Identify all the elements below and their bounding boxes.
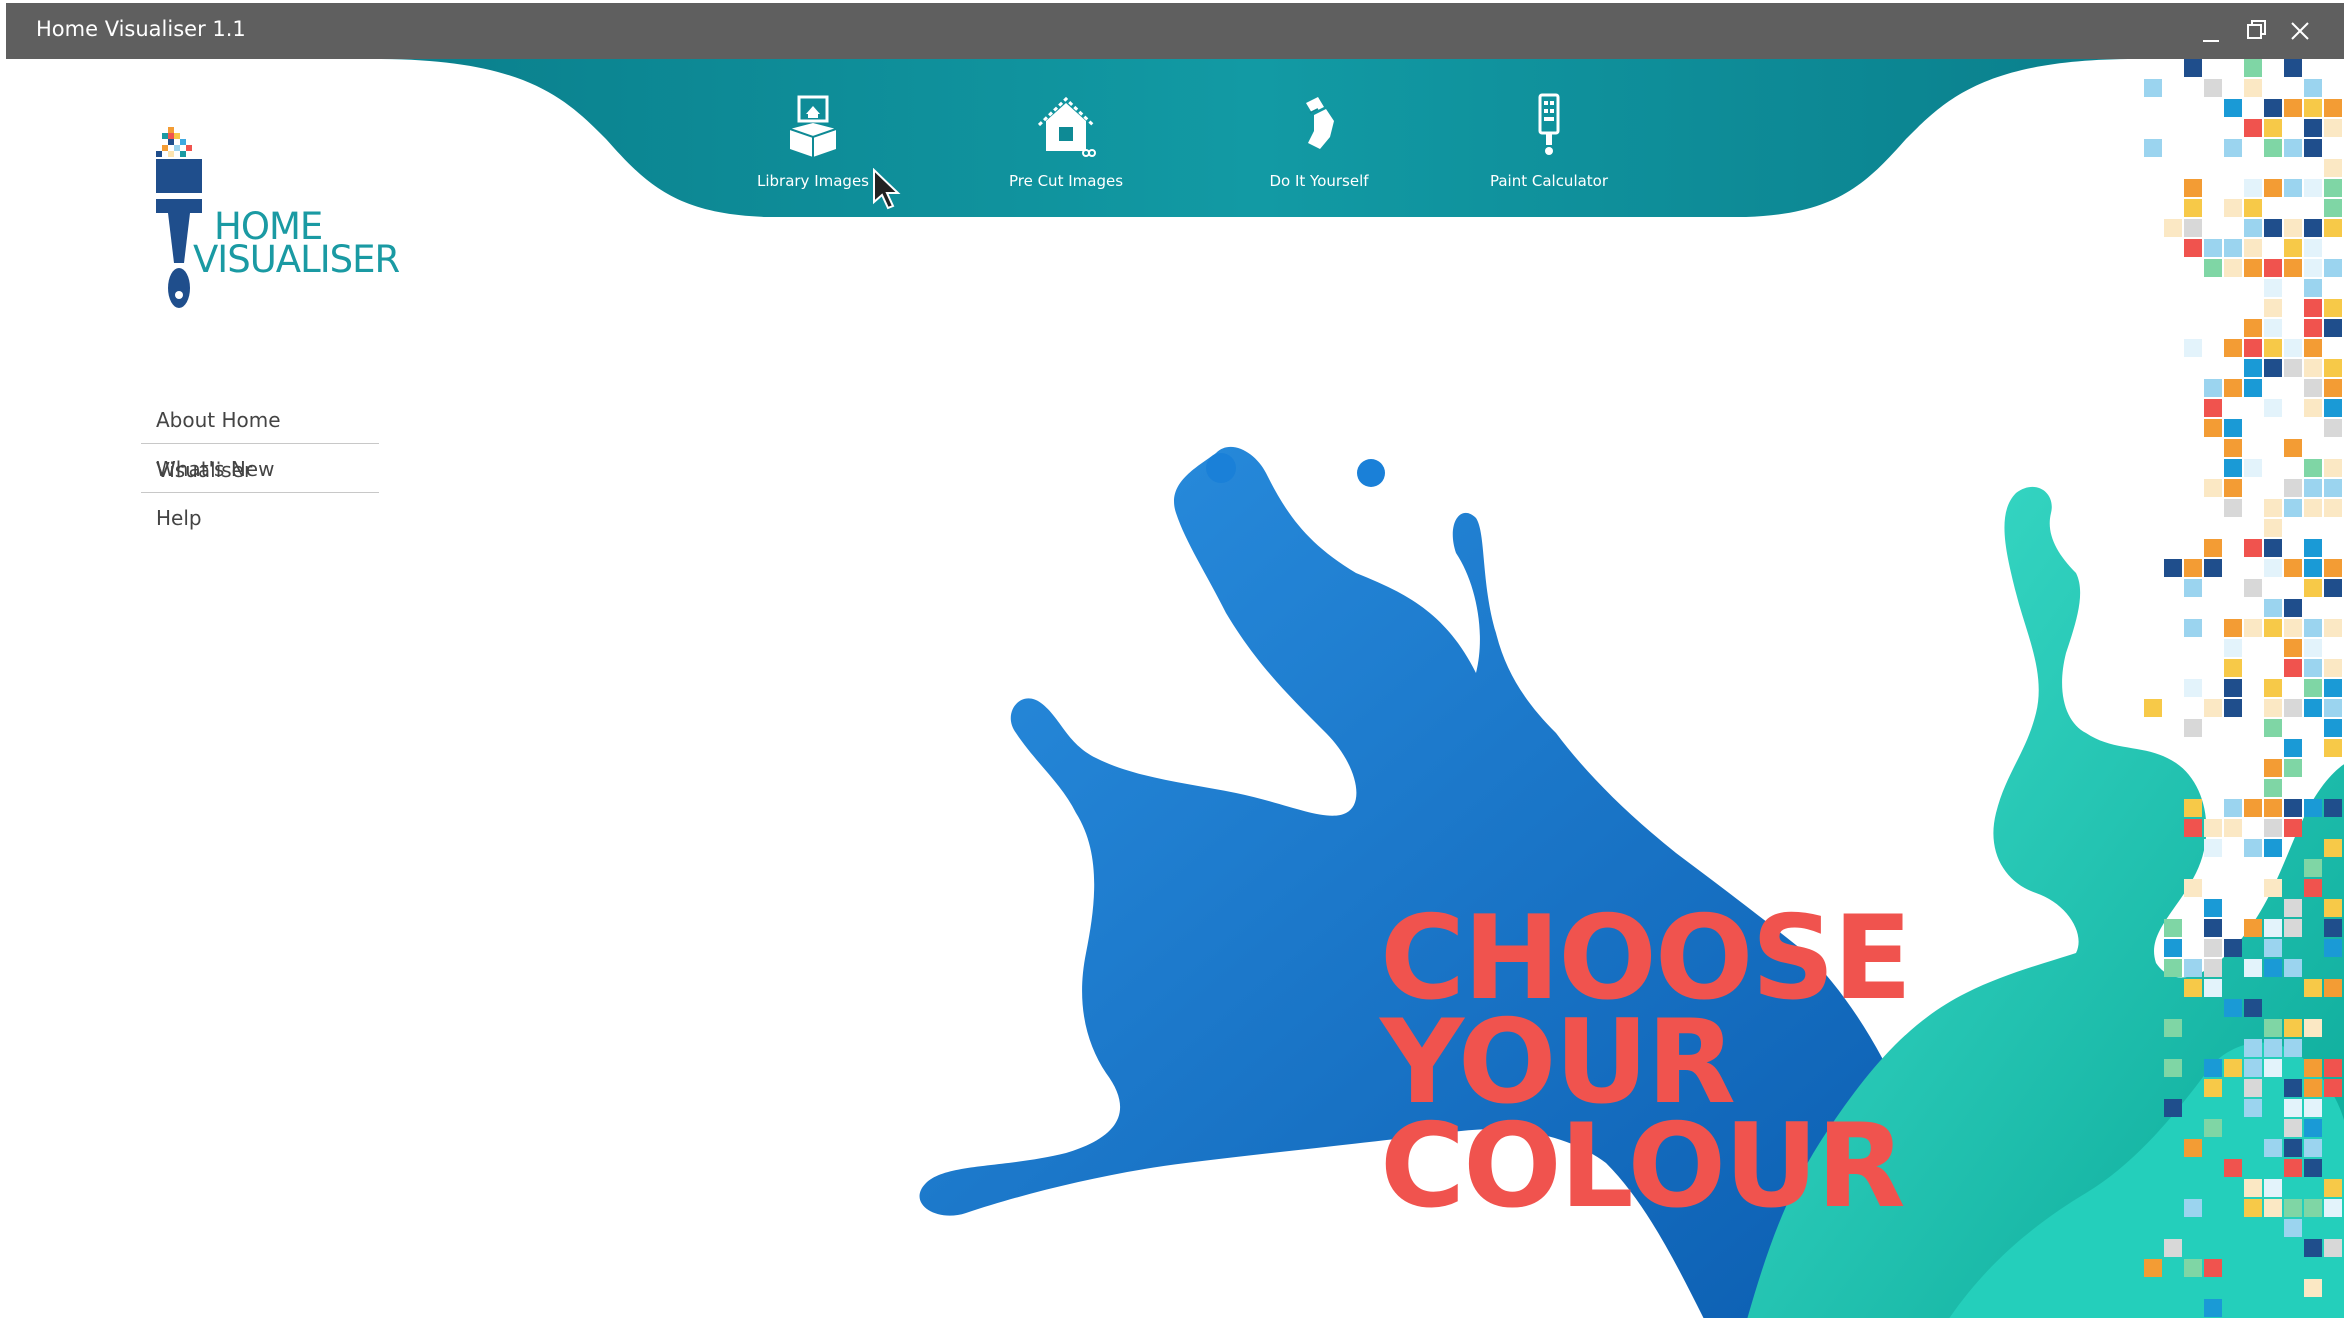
library-images-icon <box>789 95 837 157</box>
side-menu: About Home Visualiser What's New Help <box>141 395 379 541</box>
logo-text-visualiser: VISUALISER <box>193 238 400 281</box>
menu-about[interactable]: About Home Visualiser <box>141 395 379 482</box>
minimize-button[interactable] <box>2191 13 2231 49</box>
restore-icon <box>2247 20 2266 39</box>
menu-help[interactable]: Help <box>141 493 379 541</box>
hero-line-3: COLOUR <box>1380 1099 1906 1234</box>
minimize-icon <box>2203 40 2219 42</box>
hero-headline: CHOOSE YOUR COLOUR <box>1380 901 1912 1234</box>
menu-whats-new[interactable]: What's New <box>141 444 379 493</box>
title-bar: Home Visualiser 1.1 <box>6 3 2344 59</box>
app-window: Home Visualiser 1.1 Library Images Pre C… <box>6 3 2344 1318</box>
close-button[interactable] <box>2280 13 2320 49</box>
nav-do-it-yourself[interactable]: Do It Yourself <box>1234 91 1404 190</box>
nav-pre-cut-images[interactable]: Pre Cut Images <box>981 91 1151 190</box>
nav-label: Pre Cut Images <box>1008 172 1124 190</box>
paintbrush-logo-icon <box>156 127 202 308</box>
mouse-pointer-icon <box>873 168 901 210</box>
nav-paint-calculator[interactable]: Paint Calculator <box>1464 91 1634 190</box>
nav-label: Do It Yourself <box>1269 172 1369 190</box>
pre-cut-house-icon <box>1037 96 1096 157</box>
restore-button[interactable] <box>2236 13 2276 49</box>
calculator-brush-icon <box>1538 93 1560 155</box>
paint-tool-icon <box>1306 97 1334 149</box>
pixel-mosaic-decoration <box>2144 59 2342 1317</box>
nav-label: Paint Calculator <box>1489 172 1609 190</box>
close-icon <box>2291 22 2309 40</box>
home-visualiser-logo: HOME VISUALISER <box>148 123 408 313</box>
window-title: Home Visualiser 1.1 <box>36 17 246 41</box>
